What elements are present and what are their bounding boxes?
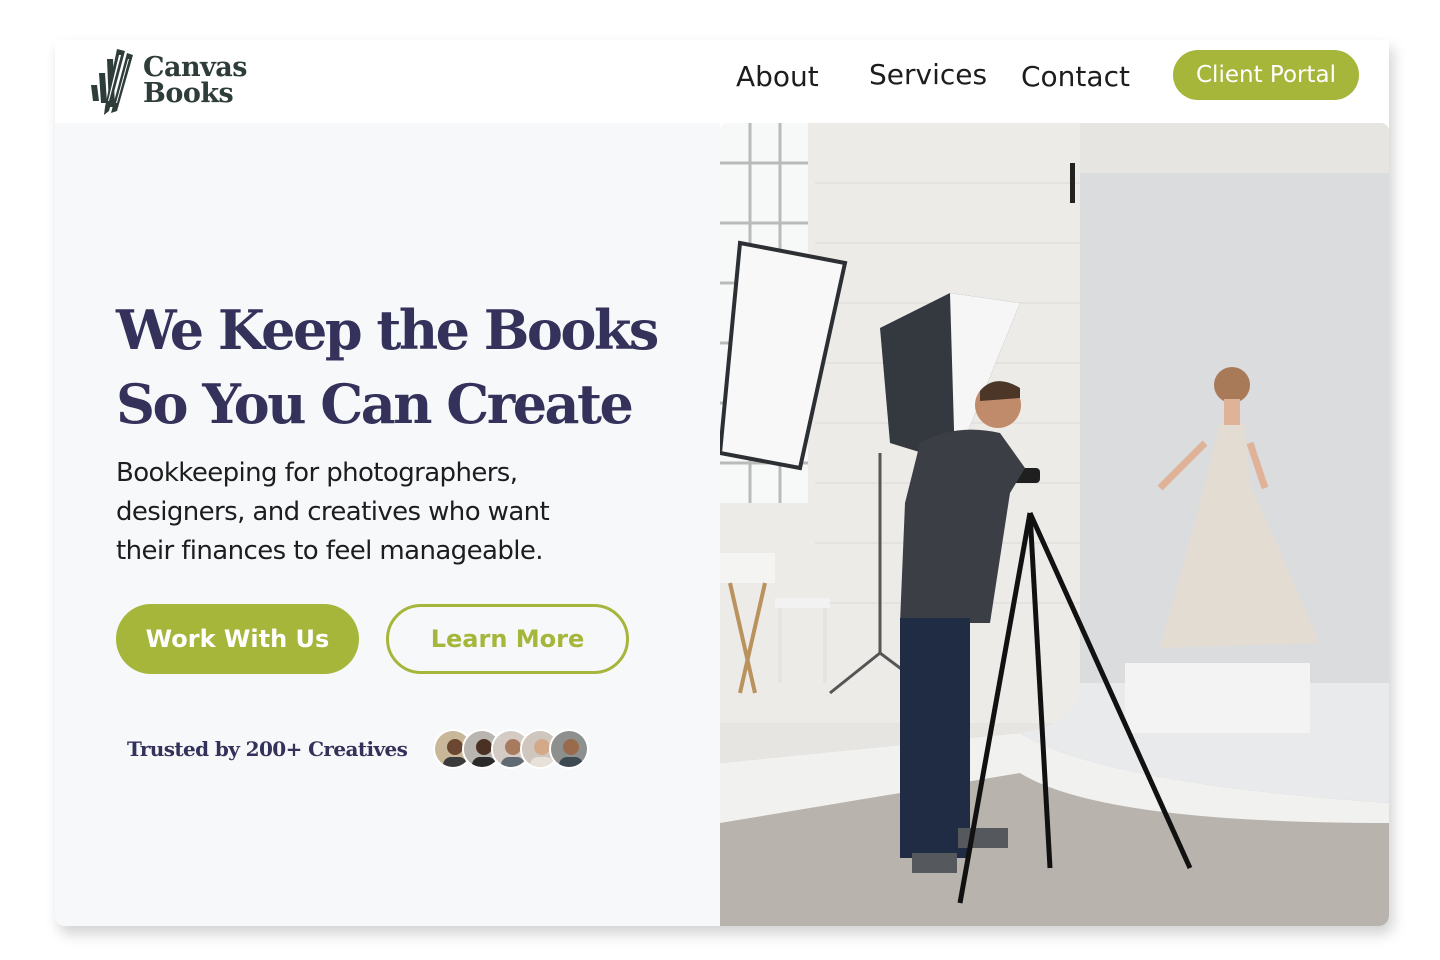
page-frame: Canvas Books About Services Contact Clie…: [55, 40, 1389, 926]
hero-subcopy: Bookkeeping for photographers, designers…: [116, 454, 636, 571]
client-portal-button[interactable]: Client Portal: [1173, 50, 1359, 100]
photo-studio-image: [720, 123, 1389, 926]
hero-headline-line1: We Keep the Books: [116, 298, 659, 362]
hero-headline: We Keep the Books So You Can Create: [116, 293, 716, 441]
learn-more-button[interactable]: Learn More: [386, 604, 629, 674]
nav-services-link[interactable]: Services: [869, 58, 987, 91]
nav-contact-link[interactable]: Contact: [1021, 60, 1130, 93]
hero-content: We Keep the Books So You Can Create Book…: [55, 123, 720, 926]
hero-subcopy-line3: their finances to feel manageable.: [116, 536, 544, 566]
hero-headline-line2: So You Can Create: [116, 372, 634, 436]
nav-about-link[interactable]: About: [736, 60, 819, 93]
client-avatar-group: [433, 729, 589, 769]
hero-subcopy-line1: Bookkeeping for photographers,: [116, 458, 518, 488]
hero-subcopy-line2: designers, and creatives who want: [116, 497, 550, 527]
main-nav: About Services Contact Client Portal: [55, 50, 1389, 102]
trusted-by-text: Trusted by 200+ Creatives: [127, 737, 408, 761]
avatar: [549, 729, 589, 769]
site-header: Canvas Books About Services Contact Clie…: [55, 40, 1389, 123]
work-with-us-button[interactable]: Work With Us: [116, 604, 359, 674]
